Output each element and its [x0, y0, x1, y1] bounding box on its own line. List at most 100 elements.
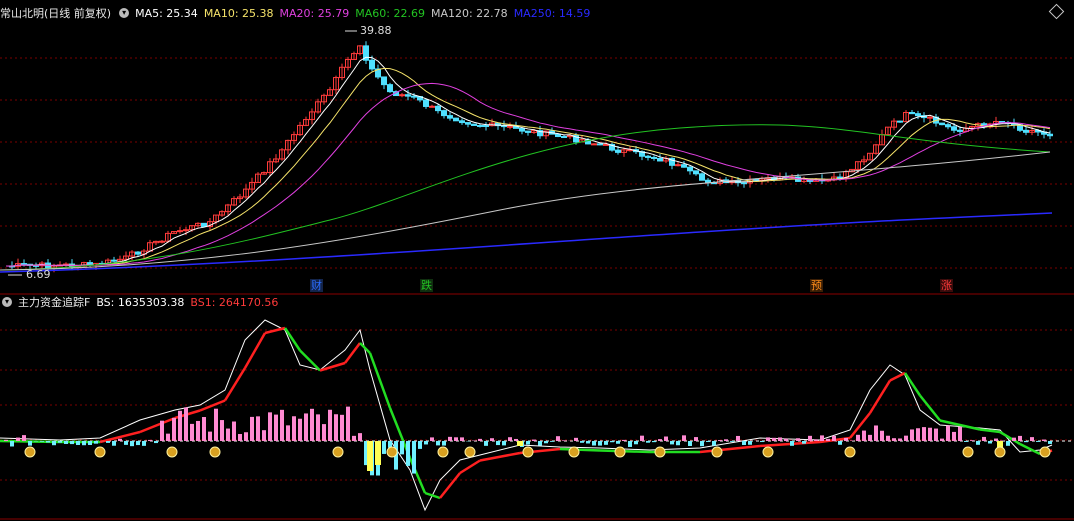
candle-body: [423, 99, 429, 107]
histogram-bar: [304, 413, 308, 441]
histogram-bar: [442, 441, 446, 446]
histogram-bar: [766, 437, 770, 441]
candle-body: [753, 178, 759, 181]
histogram-bar: [880, 430, 884, 441]
histogram-bar: [982, 436, 986, 441]
histogram-bar: [646, 441, 650, 443]
histogram-bar: [970, 440, 974, 441]
money-bag-icon: [209, 446, 221, 458]
histogram-bar: [898, 438, 902, 441]
histogram-bar: [280, 409, 284, 441]
histogram-bar: [334, 414, 338, 441]
candle-body: [957, 129, 963, 132]
histogram-bar: [634, 441, 638, 445]
histogram-bar: [190, 423, 194, 441]
histogram-bar: [514, 438, 518, 441]
event-marker-0[interactable]: 财: [310, 279, 323, 292]
candle-body: [597, 143, 603, 146]
candle-body: [561, 136, 567, 139]
candle-body: [471, 123, 477, 126]
ma-line-2: [5, 82, 1051, 267]
indicator-panel-header: ▾ 主力资金追踪F BS: 1635303.38 BS1: 264170.56: [0, 292, 284, 312]
histogram-bar: [148, 439, 152, 441]
histogram-bar: [598, 441, 602, 446]
candle-body: [435, 105, 441, 112]
event-marker-3[interactable]: 涨: [940, 279, 953, 292]
candle-body: [699, 173, 705, 181]
histogram-bar: [238, 434, 242, 441]
histogram-bar: [820, 435, 824, 441]
candle-body: [411, 95, 417, 98]
histogram-bar: [802, 441, 806, 444]
money-bag-icon: [1039, 446, 1051, 458]
candle-body: [897, 120, 903, 123]
histogram-bar: [742, 441, 746, 445]
bs1-line-segment: [849, 412, 871, 439]
histogram-bar: [796, 438, 800, 441]
histogram-bar: [136, 441, 140, 446]
bs1-line-segment: [868, 379, 892, 414]
histogram-bar: [538, 441, 542, 446]
bs1-line-segment: [223, 367, 247, 402]
chart-canvas[interactable]: 39.88 6.69: [0, 0, 1074, 521]
histogram-bar: [748, 441, 752, 445]
histogram-bar: [22, 435, 26, 441]
histogram-bar: [760, 441, 764, 443]
histogram-bar: [70, 441, 74, 445]
histogram-bar: [574, 437, 578, 441]
histogram-bar: [160, 420, 164, 441]
histogram-bar: [202, 417, 206, 441]
histogram-bar: [868, 434, 872, 441]
histogram-bar: [580, 441, 584, 443]
event-marker-1[interactable]: 跌: [420, 279, 433, 292]
histogram-bar: [448, 436, 452, 441]
chevron-down-icon[interactable]: ▾: [119, 8, 130, 18]
stock-title: 常山北明(日线 前复权): [0, 7, 112, 20]
histogram-bar: [1006, 441, 1010, 446]
candle-body: [387, 84, 393, 93]
money-bag-icon: [614, 446, 626, 458]
histogram-bar: [904, 435, 908, 441]
signal-bar: [375, 441, 381, 465]
chevron-down-icon[interactable]: ▾: [2, 297, 12, 307]
histogram-bar: [988, 441, 992, 444]
histogram-bar: [436, 441, 440, 446]
histogram-bar: [196, 420, 200, 441]
histogram-bar: [244, 432, 248, 441]
histogram-bar: [1036, 441, 1040, 442]
histogram-bar: [844, 437, 848, 441]
candle-body: [405, 94, 411, 97]
histogram-bar: [358, 433, 362, 441]
candle-body: [477, 124, 483, 127]
ma-label-5: MA250: 14.59: [513, 6, 591, 20]
ma-label-3: MA60: 22.69: [355, 6, 425, 20]
histogram-bar: [922, 427, 926, 441]
money-bag-icon: [962, 446, 974, 458]
histogram-bar: [88, 441, 92, 445]
money-bag-icon: [762, 446, 774, 458]
candle-body: [483, 125, 489, 128]
histogram-bar: [1030, 437, 1034, 441]
histogram-bar: [592, 441, 596, 446]
histogram-bar: [862, 430, 866, 441]
histogram-bar: [712, 441, 716, 446]
histogram-bar: [706, 441, 710, 442]
histogram-bar: [886, 435, 890, 441]
ma-label-0: MA5: 25.34: [135, 6, 198, 20]
histogram-bar: [718, 440, 722, 441]
histogram-bar: [154, 441, 158, 444]
histogram-bar: [496, 441, 500, 446]
histogram-bar: [688, 441, 692, 447]
candle-body: [369, 59, 375, 70]
histogram-bar: [682, 435, 686, 441]
histogram-bar: [454, 437, 458, 441]
candle-body: [615, 149, 621, 153]
event-marker-2[interactable]: 预: [810, 279, 823, 292]
candle-body: [645, 155, 651, 158]
histogram-bar: [694, 437, 698, 441]
histogram-bar: [874, 425, 878, 441]
histogram-bar: [550, 441, 554, 442]
candle-body: [201, 222, 207, 228]
candle-body: [177, 230, 183, 233]
histogram-bar: [412, 441, 416, 474]
